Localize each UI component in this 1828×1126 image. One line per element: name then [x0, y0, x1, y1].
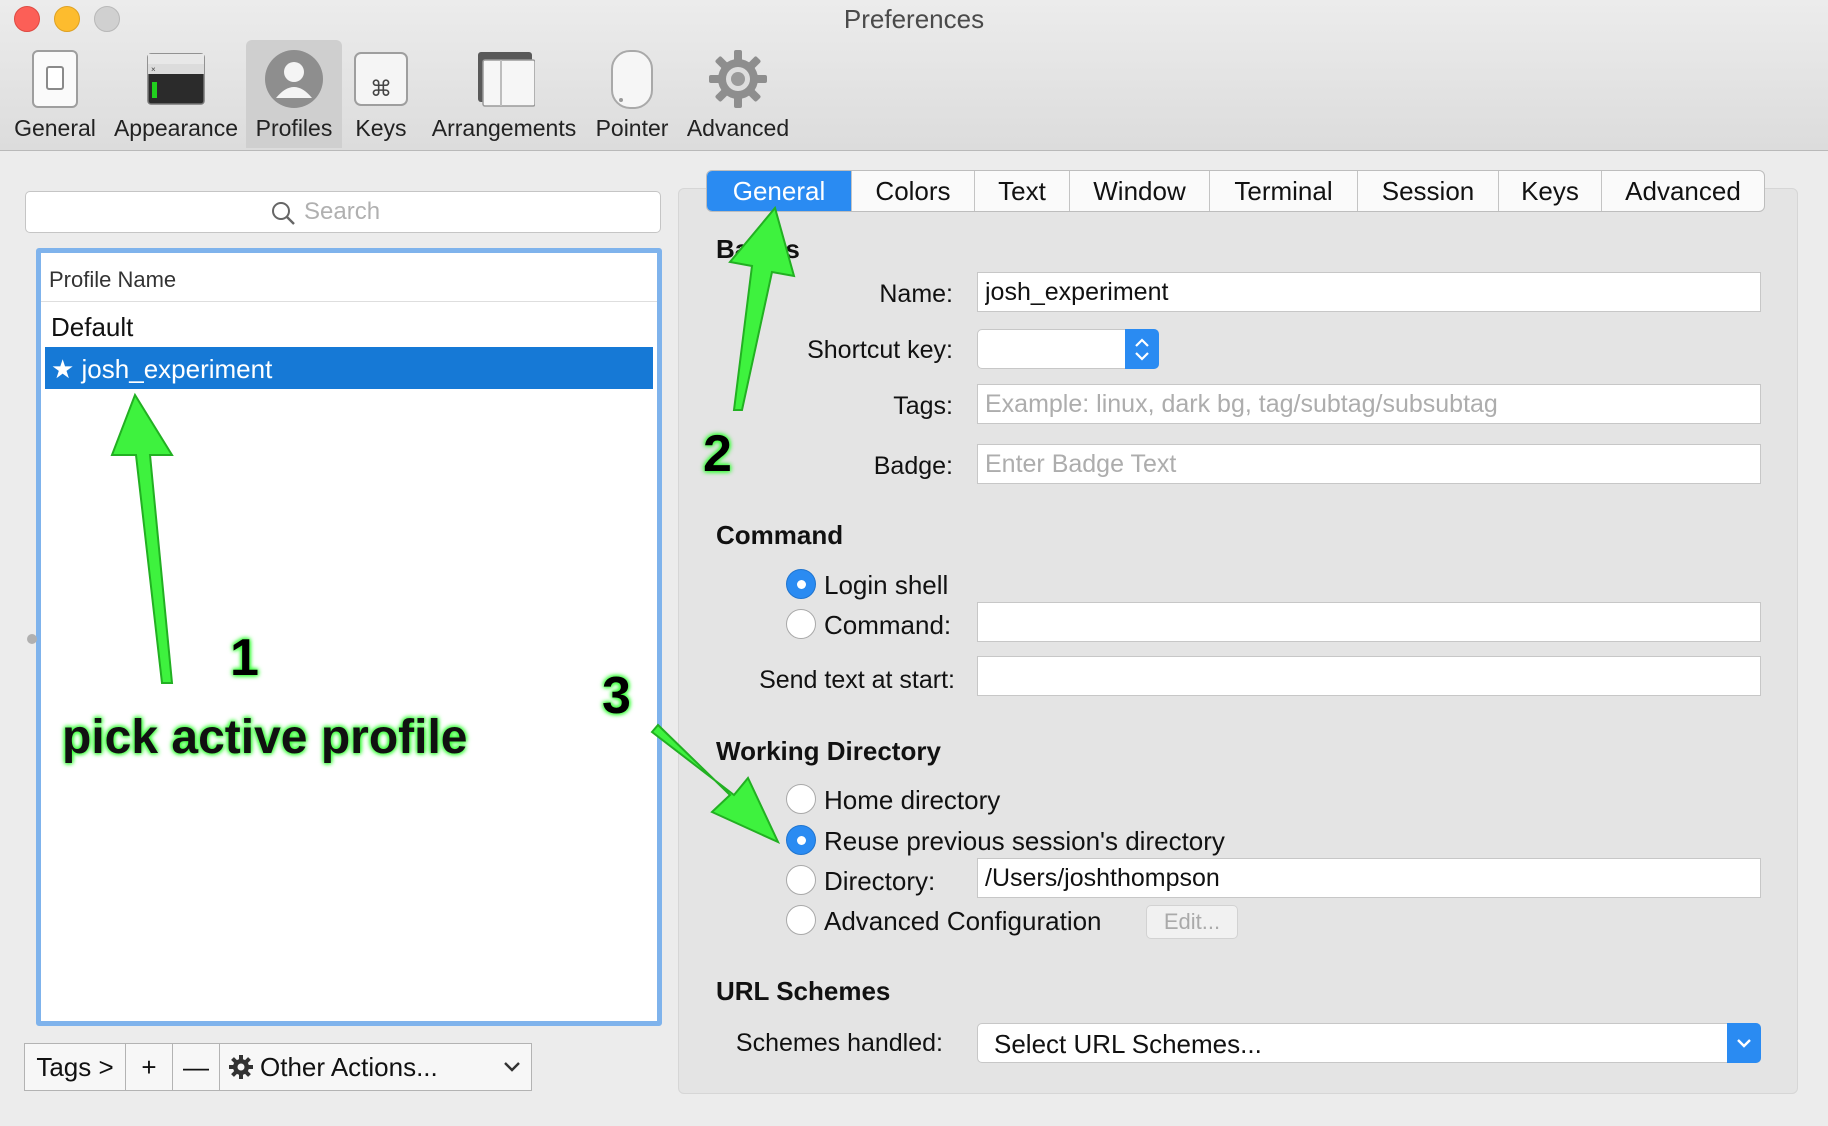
search-icon	[272, 202, 295, 225]
url-schemes-heading: URL Schemes	[716, 976, 891, 1006]
tab-window[interactable]: Window	[1070, 171, 1210, 211]
toolbar-appearance[interactable]: × Appearance	[108, 40, 244, 148]
toolbar-advanced[interactable]: Advanced	[684, 40, 792, 148]
url-schemes-select-value: Select URL Schemes...	[994, 1029, 1262, 1059]
add-profile-button[interactable]: +	[126, 1044, 173, 1090]
edit-advanced-configuration-button[interactable]: Edit...	[1146, 905, 1238, 939]
name-label: Name:	[879, 280, 953, 308]
window-title: Preferences	[843, 4, 985, 34]
profile-row-josh-experiment[interactable]: ★ josh_experiment	[45, 347, 653, 389]
advanced-configuration-label: Advanced Configuration	[824, 906, 1102, 936]
tab-text[interactable]: Text	[975, 171, 1070, 211]
shortcut-key-label: Shortcut key:	[807, 336, 953, 364]
title-bar: Preferences General × Appearance Profile…	[0, 0, 1828, 151]
directory-field[interactable]	[977, 858, 1761, 898]
schemes-handled-label: Schemes handled:	[735, 1029, 943, 1057]
advanced-gear-icon	[709, 50, 767, 108]
profile-name: ★ josh_experiment	[51, 354, 273, 384]
url-schemes-select[interactable]: Select URL Schemes...	[977, 1023, 1761, 1063]
tags-toggle-button[interactable]: Tags >	[25, 1044, 126, 1090]
toolbar-arrangements[interactable]: Arrangements	[426, 40, 582, 148]
tab-terminal[interactable]: Terminal	[1210, 171, 1358, 211]
tab-session[interactable]: Session	[1358, 171, 1499, 211]
home-directory-label: Home directory	[824, 785, 1001, 815]
pointer-mouse-icon	[611, 50, 653, 109]
url-schemes-dropdown-button[interactable]	[1727, 1023, 1761, 1063]
tags-field[interactable]	[977, 384, 1761, 424]
chevron-down-icon	[1737, 1039, 1751, 1048]
badge-label: Badge:	[873, 452, 953, 480]
toolbar-pointer[interactable]: Pointer	[590, 40, 674, 148]
command-field[interactable]	[977, 602, 1761, 642]
tab-general[interactable]: General	[707, 171, 852, 211]
profile-row-default[interactable]: Default	[45, 305, 653, 347]
toolbar-label: General	[14, 115, 96, 141]
home-directory-radio[interactable]	[786, 784, 816, 814]
profile-name-column-header[interactable]: Profile Name	[41, 253, 657, 302]
toolbar-label: Pointer	[595, 115, 669, 141]
tab-keys[interactable]: Keys	[1499, 171, 1602, 211]
command-heading: Command	[716, 520, 844, 550]
profile-tabs: General Colors Text Window Terminal Sess…	[706, 170, 1765, 212]
login-shell-radio[interactable]	[786, 569, 816, 599]
up-down-chevron-icon	[1135, 338, 1149, 361]
basics-heading: Basics	[716, 234, 800, 264]
toolbar-label: Appearance	[113, 115, 239, 141]
shortcut-key-stepper[interactable]	[1125, 329, 1159, 369]
toolbar-general[interactable]: General	[8, 40, 102, 148]
split-view-handle[interactable]	[27, 634, 37, 644]
annotation-number-3: 3	[602, 667, 631, 725]
send-text-label: Send text at start:	[759, 666, 955, 694]
toolbar-keys[interactable]: ⌘ Keys	[346, 40, 416, 148]
chevron-down-icon	[504, 1062, 520, 1072]
directory-label: Directory:	[824, 866, 936, 896]
profile-actions-bar: Tags > + — Other Actions...	[24, 1043, 532, 1091]
toolbar-label: Advanced	[686, 115, 790, 141]
tab-advanced[interactable]: Advanced	[1602, 171, 1764, 211]
reuse-directory-label: Reuse previous session's directory	[824, 826, 1225, 856]
send-text-field[interactable]	[977, 656, 1761, 696]
appearance-window-icon: ×	[147, 53, 205, 105]
toolbar-label: Arrangements	[431, 115, 577, 141]
toolbar-profiles[interactable]: Profiles	[246, 40, 342, 148]
directory-radio[interactable]	[786, 865, 816, 895]
remove-profile-button[interactable]: —	[173, 1044, 220, 1090]
profile-name: Default	[51, 312, 134, 342]
working-directory-heading: Working Directory	[716, 736, 941, 766]
profile-search-box[interactable]	[25, 191, 661, 233]
svg-text:×: ×	[151, 65, 156, 74]
profiles-user-icon	[265, 50, 323, 108]
name-field[interactable]	[977, 272, 1761, 312]
command-label: Command:	[824, 610, 952, 640]
other-actions-label: Other Actions...	[260, 1051, 438, 1082]
keys-command-icon: ⌘	[354, 52, 408, 106]
arrangements-window-icon	[478, 52, 535, 107]
command-radio[interactable]	[786, 609, 816, 639]
annotation-number-1: 1	[230, 629, 259, 687]
badge-field[interactable]	[977, 444, 1761, 484]
reuse-directory-radio[interactable]	[786, 825, 816, 855]
gear-icon	[229, 1055, 253, 1079]
other-actions-menu[interactable]: Other Actions...	[220, 1044, 531, 1090]
tab-colors[interactable]: Colors	[852, 171, 975, 211]
toolbar-label: Keys	[355, 115, 407, 141]
profile-list[interactable]: Profile Name Default ★ josh_experiment	[36, 248, 662, 1026]
column-header-label: Profile Name	[49, 267, 177, 292]
annotation-number-2: 2	[703, 425, 732, 483]
annotation-pick-active-profile: pick active profile	[62, 711, 468, 764]
search-input[interactable]	[304, 192, 634, 232]
login-shell-label: Login shell	[824, 570, 949, 600]
advanced-configuration-radio[interactable]	[786, 905, 816, 935]
toolbar-label: Profiles	[255, 115, 333, 141]
tags-label: Tags:	[893, 392, 953, 420]
shortcut-key-popup[interactable]	[977, 329, 1159, 369]
general-switch-icon	[32, 50, 78, 108]
svg-text:⌘: ⌘	[370, 77, 392, 102]
